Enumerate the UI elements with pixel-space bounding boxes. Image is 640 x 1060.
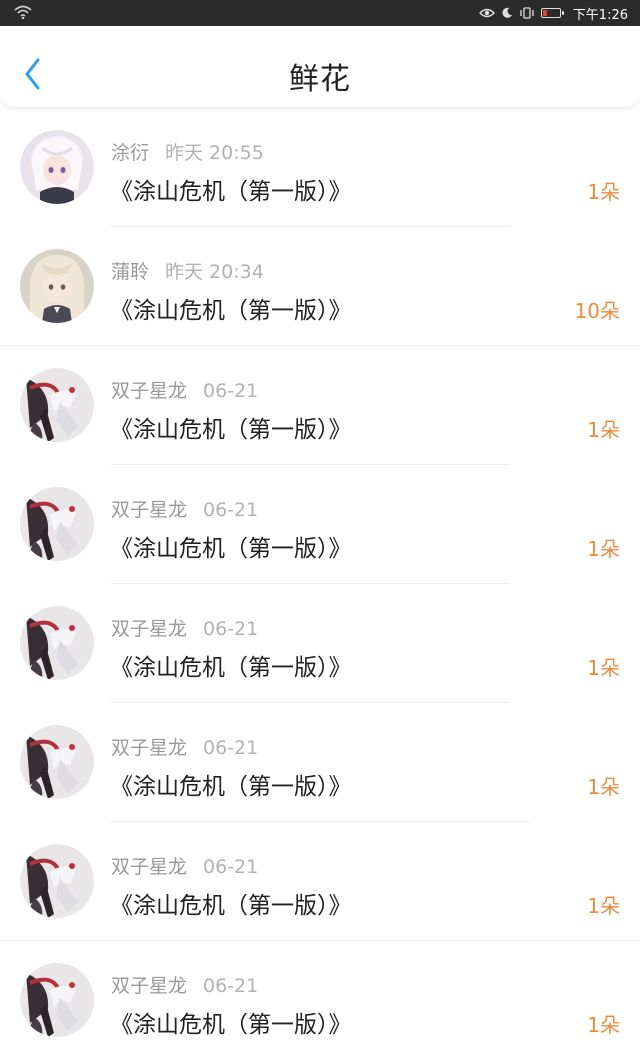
list-item[interactable]: 双子星龙 06-21 《涂山危机（第一版）》 1朵 (0, 703, 640, 822)
sender-name[interactable]: 双子星龙 (111, 975, 187, 997)
dragon-rider-avatar (20, 963, 94, 1037)
dragon-rider-avatar (20, 725, 94, 799)
avatar[interactable] (20, 606, 94, 680)
dragon-rider-avatar (20, 844, 94, 918)
sent-time: 06-21 (203, 856, 259, 878)
sender-name[interactable]: 双子星龙 (111, 618, 187, 640)
battery-icon (540, 8, 564, 18)
item-meta: 双子星龙 06-21 (111, 376, 258, 403)
flower-count: 1朵 (587, 656, 620, 680)
battery-level (542, 10, 547, 16)
header-bar: 鲜花 (0, 26, 640, 108)
book-title[interactable]: 《涂山危机（第一版）》 (110, 172, 352, 206)
sender-name[interactable]: 双子星龙 (111, 856, 187, 878)
sender-name[interactable]: 涂衍 (111, 142, 149, 164)
sent-time: 06-21 (203, 499, 259, 521)
avatar[interactable] (20, 249, 94, 323)
item-meta: 双子星龙 06-21 (111, 614, 258, 641)
book-title[interactable]: 《涂山危机（第一版）》 (110, 529, 352, 563)
page-title: 鲜花 (289, 62, 351, 97)
list-item[interactable]: 双子星龙 06-21 《涂山危机（第一版）》 1朵 (0, 941, 640, 1060)
status-time: 下午1:26 (572, 7, 628, 23)
list-item[interactable]: 涂衍 昨天 20:55 《涂山危机（第一版）》 1朵 (0, 108, 640, 227)
eye-icon (478, 8, 495, 18)
gift-list: 涂衍 昨天 20:55 《涂山危机（第一版）》 1朵 蒲聆 昨天 20:34 《涂山… (0, 108, 640, 1060)
moon-icon (502, 7, 512, 18)
item-meta: 双子星龙 06-21 (111, 495, 258, 522)
book-title[interactable]: 《涂山危机（第一版）》 (110, 886, 352, 920)
avatar[interactable] (20, 963, 94, 1037)
dragon-rider-avatar (20, 368, 94, 442)
item-meta: 双子星龙 06-21 (111, 733, 258, 760)
book-title[interactable]: 《涂山危机（第一版）》 (110, 1005, 352, 1039)
sender-name[interactable]: 双子星龙 (111, 380, 187, 402)
flower-count: 1朵 (587, 894, 620, 918)
avatar[interactable] (20, 130, 94, 204)
sent-time: 昨天 20:55 (165, 142, 264, 164)
avatar[interactable] (20, 844, 94, 918)
dragon-rider-avatar (20, 606, 94, 680)
item-meta: 双子星龙 06-21 (111, 852, 258, 879)
blonde-girl-avatar (20, 249, 94, 323)
status-bar: 下午1:26 (0, 0, 640, 26)
list-item[interactable]: 双子星龙 06-21 《涂山危机（第一版）》 1朵 (0, 465, 640, 584)
list-item[interactable]: 双子星龙 06-21 《涂山危机（第一版）》 1朵 (0, 346, 640, 465)
avatar[interactable] (20, 725, 94, 799)
flower-count: 10朵 (574, 299, 620, 323)
dragon-rider-avatar (20, 487, 94, 561)
list-item[interactable]: 双子星龙 06-21 《涂山危机（第一版）》 1朵 (0, 822, 640, 941)
avatar[interactable] (20, 368, 94, 442)
book-title[interactable]: 《涂山危机（第一版）》 (110, 648, 352, 682)
status-indicators: 下午1:26 (478, 0, 628, 26)
item-meta: 蒲聆 昨天 20:34 (111, 257, 264, 284)
item-meta: 双子星龙 06-21 (111, 971, 258, 998)
flower-count: 1朵 (587, 537, 620, 561)
wifi-icon (14, 5, 32, 20)
book-title[interactable]: 《涂山危机（第一版）》 (110, 767, 352, 801)
flower-count: 1朵 (587, 418, 620, 442)
avatar[interactable] (20, 487, 94, 561)
sender-name[interactable]: 蒲聆 (111, 261, 149, 283)
sender-name[interactable]: 双子星龙 (111, 737, 187, 759)
white-hair-girl-avatar (20, 130, 94, 204)
sent-time: 06-21 (203, 737, 259, 759)
flower-count: 1朵 (587, 775, 620, 799)
book-title[interactable]: 《涂山危机（第一版）》 (110, 410, 352, 444)
list-item[interactable]: 蒲聆 昨天 20:34 《涂山危机（第一版）》 10朵 (0, 227, 640, 346)
flower-count: 1朵 (587, 180, 620, 204)
sent-time: 06-21 (203, 618, 259, 640)
item-meta: 涂衍 昨天 20:55 (111, 138, 264, 165)
list-item[interactable]: 双子星龙 06-21 《涂山危机（第一版）》 1朵 (0, 584, 640, 703)
sender-name[interactable]: 双子星龙 (111, 499, 187, 521)
vibrate-icon (520, 7, 534, 19)
book-title[interactable]: 《涂山危机（第一版）》 (110, 291, 352, 325)
sent-time: 昨天 20:34 (165, 261, 264, 283)
sent-time: 06-21 (203, 975, 259, 997)
sent-time: 06-21 (203, 380, 259, 402)
